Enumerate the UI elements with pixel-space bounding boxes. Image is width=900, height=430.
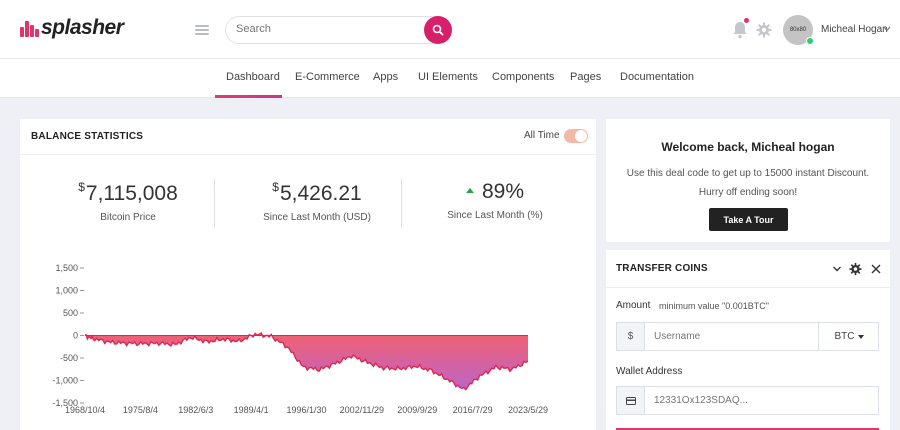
brand-logo[interactable]: splasher <box>20 16 124 40</box>
caret-down-icon <box>857 334 864 339</box>
dollar-sign-icon: $ <box>617 323 645 350</box>
tab-apps[interactable]: Apps <box>373 71 398 83</box>
y-tick-label: 0 <box>73 331 78 341</box>
tab-pages[interactable]: Pages <box>570 71 601 83</box>
stat-label: Bitcoin Price <box>100 212 156 223</box>
tab-documentation[interactable]: Documentation <box>620 71 694 83</box>
x-tick-label: 1975/8/4 <box>123 405 158 415</box>
x-tick-label: 1996/1/30 <box>286 405 326 415</box>
tab-e-commerce[interactable]: E-Commerce <box>295 71 360 83</box>
transfer-coins-card: TRANSFER COINS Amount minimum value "0.0… <box>606 250 890 430</box>
stat-value: 5,426.21 <box>279 182 362 205</box>
online-status-dot <box>806 37 814 45</box>
stat-since-last-month-usd: $5,426.21 Since Last Month (USD) <box>232 180 402 223</box>
coin-select[interactable]: BTC <box>818 323 879 350</box>
card-title: TRANSFER COINS <box>616 263 708 274</box>
amount-hint: minimum value "0.001BTC" <box>659 301 769 311</box>
stat-label: Since Last Month (USD) <box>263 212 371 223</box>
welcome-card: Welcome back, Micheal hogan Use this dea… <box>606 119 890 242</box>
top-header: splasher 80x80 Micheal Hogan <box>0 0 900 59</box>
card-header: BALANCE STATISTICS All Time <box>20 119 596 155</box>
welcome-title: Welcome back, Micheal hogan <box>661 140 835 154</box>
x-tick-label: 2009/9/29 <box>397 405 437 415</box>
credit-card-icon <box>626 397 636 405</box>
search-box <box>225 16 452 44</box>
wallet-address-input[interactable] <box>654 395 854 406</box>
x-tick-label: 1989/4/1 <box>234 405 269 415</box>
y-tick-label: -1,000 <box>52 376 78 386</box>
wallet-addon <box>617 387 645 414</box>
balance-statistics-card: BALANCE STATISTICS All Time $7,115,008 B… <box>20 119 596 430</box>
x-tick-label: 1982/6/3 <box>178 405 213 415</box>
search-input[interactable] <box>236 23 416 35</box>
currency-symbol: $ <box>272 180 279 194</box>
coin-select-value: BTC <box>834 331 855 342</box>
trend-up-icon <box>465 188 474 193</box>
menu-toggle-icon[interactable] <box>195 25 209 35</box>
divider <box>401 179 402 228</box>
welcome-text: Use this deal code to get up to 15000 in… <box>626 168 870 198</box>
stat-value: 7,115,008 <box>85 182 178 205</box>
logo-text: splasher <box>41 16 124 39</box>
stat-value: 89% <box>481 180 525 203</box>
card-title: BALANCE STATISTICS <box>31 131 144 142</box>
chevron-down-icon[interactable] <box>883 26 891 32</box>
search-icon <box>432 24 444 36</box>
take-a-tour-button[interactable]: Take A Tour <box>709 208 788 231</box>
all-time-toggle[interactable] <box>564 129 588 143</box>
stat-bitcoin-price: $7,115,008 Bitcoin Price <box>53 180 203 223</box>
collapse-chevron-icon[interactable] <box>832 262 842 276</box>
settings-gear-icon[interactable] <box>849 262 862 276</box>
notification-bell-icon[interactable] <box>732 21 748 39</box>
notification-badge <box>744 18 749 23</box>
amount-input-group: $ BTC <box>616 322 879 351</box>
y-tick-label: 1,000 <box>55 286 78 296</box>
search-button[interactable] <box>424 16 452 44</box>
amount-label: Amount <box>616 300 651 311</box>
stat-label: Since Last Month (%) <box>447 210 543 221</box>
settings-gear-icon[interactable] <box>756 22 772 38</box>
wallet-input-group <box>616 386 879 415</box>
card-header: TRANSFER COINS <box>606 250 890 288</box>
wallet-address-label: Wallet Address <box>616 366 683 377</box>
tab-components[interactable]: Components <box>492 71 554 83</box>
toggle-label: All Time <box>524 130 560 141</box>
stat-since-last-month-percent: 89% Since Last Month (%) <box>420 180 570 221</box>
username-input[interactable] <box>654 331 804 342</box>
logo-icon <box>20 19 39 37</box>
x-tick-label: 2023/5/29 <box>508 405 548 415</box>
y-tick-label: -500 <box>60 353 78 363</box>
main-nav: Dashboard E-Commerce Apps UI Elements Co… <box>0 59 900 98</box>
user-name[interactable]: Micheal Hogan <box>821 24 888 35</box>
divider <box>214 179 215 228</box>
x-tick-label: 2002/11/29 <box>340 405 384 415</box>
x-tick-label: 1968/10/4 <box>65 405 105 415</box>
y-tick-label: 1,500 <box>55 263 78 273</box>
y-tick-label: 500 <box>63 308 78 318</box>
currency-symbol: $ <box>78 180 85 194</box>
tab-ui-elements[interactable]: UI Elements <box>418 71 478 83</box>
active-tab-indicator <box>215 95 282 98</box>
x-tick-label: 2016/7/29 <box>453 405 493 415</box>
tab-dashboard[interactable]: Dashboard <box>226 71 280 83</box>
close-icon[interactable] <box>870 262 882 276</box>
balance-area-chart: 1,5001,0005000-500-1,000-1,5001968/10/4 1… <box>52 263 548 415</box>
